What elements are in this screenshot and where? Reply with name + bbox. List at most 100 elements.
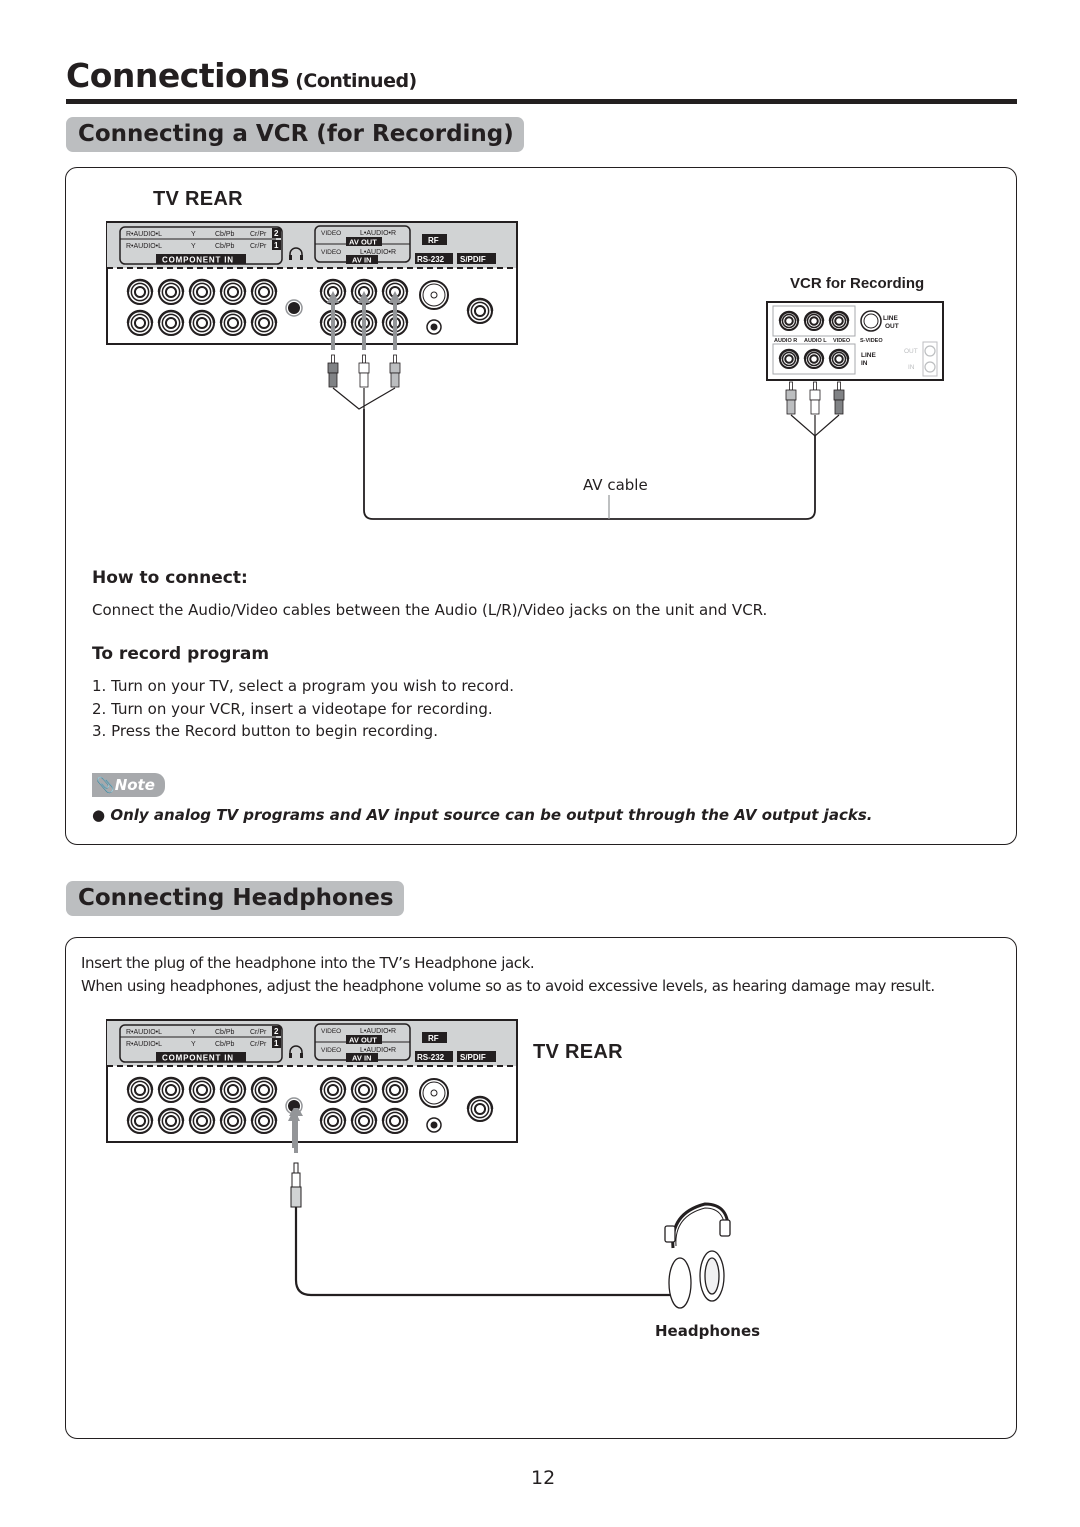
section-heading-headphones: Connecting Headphones [66,881,404,916]
component-jack [157,1107,185,1134]
component-row1-audio: R•AUDIO•L [126,1041,162,1048]
spdif-label: S/PDIF [460,1053,486,1062]
record-step: 3. Press the Record button to begin reco… [92,722,438,740]
page-title-text: Connections [66,56,290,95]
component-jack [126,278,154,305]
component-in-label: COMPONENT IN [162,1054,234,1063]
record-steps-list: 1. Turn on your TV, select a program you… [92,675,514,743]
headphones-text-2: When using headphones, adjust the headph… [81,977,935,995]
av-jack [319,1076,347,1103]
av-cable-label: AV cable [583,476,648,494]
component-jack [126,309,154,336]
component-jack [157,309,185,336]
rca-plug [358,354,370,388]
component-row1-y: Y [191,243,196,250]
component-jack [219,1076,247,1103]
component-row1-num: 1 [274,1039,279,1048]
section-heading-vcr: Connecting a VCR (for Recording) [66,117,524,152]
page-number: 12 [531,1467,556,1489]
note-badge: 📎Note [92,773,165,797]
line-out-label-2: OUT [885,323,899,330]
component-jack [126,1076,154,1103]
component-row1-cb: Cb/Pb [215,243,235,250]
headphones-label: Headphones [655,1322,761,1340]
component-row2-num: 2 [274,1027,279,1036]
note-label: Note [114,776,155,794]
av-in-video-label: VIDEO [321,1047,341,1054]
component-jack [250,1076,278,1103]
av-jack [350,1076,378,1103]
rca-plug [809,381,821,415]
av-jack [381,1076,409,1103]
title-rule [66,99,1017,104]
rf-out-label: OUT [904,348,918,355]
bullet-icon: ● [92,806,106,824]
av-cable-diagram [327,330,845,520]
av-in-video-label: VIDEO [321,249,341,256]
page-title: Connections (Continued) [66,56,417,95]
tv-rear-label: TV REAR [153,188,243,210]
component-row1-cr: Cr/Pr [250,243,267,250]
component-jack [188,309,216,336]
av-out-label: AV OUT [349,238,377,247]
rca-plug [327,354,339,388]
component-row2-cb: Cb/Pb [215,1029,235,1036]
note-text: ● Only analog TV programs and AV input s… [92,806,872,824]
component-row1-cb: Cb/Pb [215,1041,235,1048]
component-row2-audio: R•AUDIO•L [126,231,162,238]
rs232-label: RS-232 [417,1053,445,1062]
component-row2-cr: Cr/Pr [250,1029,267,1036]
spdif-jack [466,297,494,324]
headphones-icon [664,1202,731,1309]
av-in-label: AV IN [352,256,371,265]
to-record-heading: To record program [92,644,270,664]
component-row2-cb: Cb/Pb [215,231,235,238]
rf-jack [419,280,449,310]
rca-plug [389,354,401,388]
vcr-line-out-jack [778,310,800,331]
rf-label: RF [428,236,439,245]
component-jack [126,1107,154,1134]
av-out-audio-label: L•AUDIO•R [360,1028,396,1035]
headphone-cable-diagram [289,1108,731,1309]
page-subtitle: (Continued) [295,70,417,92]
note-text-body: Only analog TV programs and AV input sou… [110,806,873,824]
component-row2-y: Y [191,231,196,238]
component-jack [188,1076,216,1103]
rf-in-label: IN [908,364,915,371]
headphones-text-1: Insert the plug of the headphone into th… [81,954,535,972]
av-in-label: AV IN [352,1054,371,1063]
headphone-cable [294,1207,670,1297]
rca-plug [833,381,845,415]
tv-rear-label-2: TV REAR [533,1041,623,1063]
how-to-connect-text: Connect the Audio/Video cables between t… [92,601,768,619]
rca-plug [785,381,797,415]
av-out-label: AV OUT [349,1036,377,1045]
spdif-label: S/PDIF [460,255,486,264]
record-step: 2. Turn on your VCR, insert a videotape … [92,699,493,718]
component-jack [250,309,278,336]
component-jack [219,1107,247,1134]
headphone-jack [285,299,303,317]
component-jack [157,1076,185,1103]
component-row1-audio: R•AUDIO•L [126,243,162,250]
av-out-video-label: VIDEO [321,1028,341,1035]
vcr-line-out-jack [803,310,825,331]
component-jack [188,278,216,305]
line-in-label-2: IN [861,360,868,367]
av-out-video-label: VIDEO [321,230,341,237]
component-jack [219,278,247,305]
component-row2-audio: R•AUDIO•L [126,1029,162,1036]
component-row2-num: 2 [274,229,279,238]
component-jack [157,278,185,305]
vcr-line-out-jack [828,310,850,331]
line-in-label-1: LINE [861,352,876,359]
rf-jack [419,1078,449,1108]
record-step: 1. Turn on your TV, select a program you… [92,677,515,695]
line-out-label-1: LINE [883,315,898,322]
vcr-label: VCR for Recording [790,275,925,292]
component-jack [250,278,278,305]
paperclip-icon: 📎 [96,776,115,794]
how-to-connect-heading: How to connect: [92,568,248,588]
component-row1-cr: Cr/Pr [250,1041,267,1048]
